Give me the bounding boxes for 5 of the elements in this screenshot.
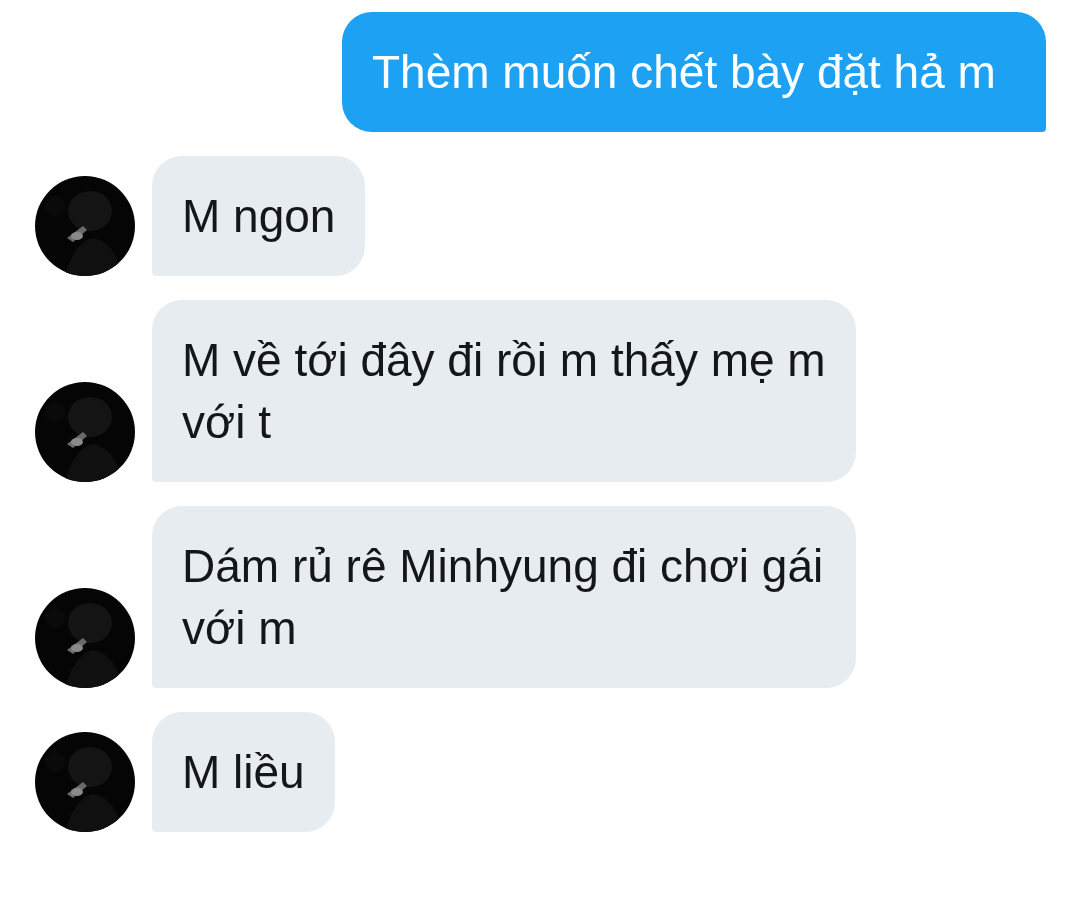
received-message-bubble: Dám rủ rê Minhyung đi chơi gái với m — [152, 506, 856, 688]
received-message-bubble: M ngon — [152, 156, 366, 276]
received-message-bubble: M liều — [152, 712, 335, 832]
received-message-bubble: M về tới đây đi rồi m thấy mẹ m với t — [152, 300, 856, 482]
sent-message-bubble: Thèm muốn chết bày đặt hả m — [342, 12, 1046, 132]
